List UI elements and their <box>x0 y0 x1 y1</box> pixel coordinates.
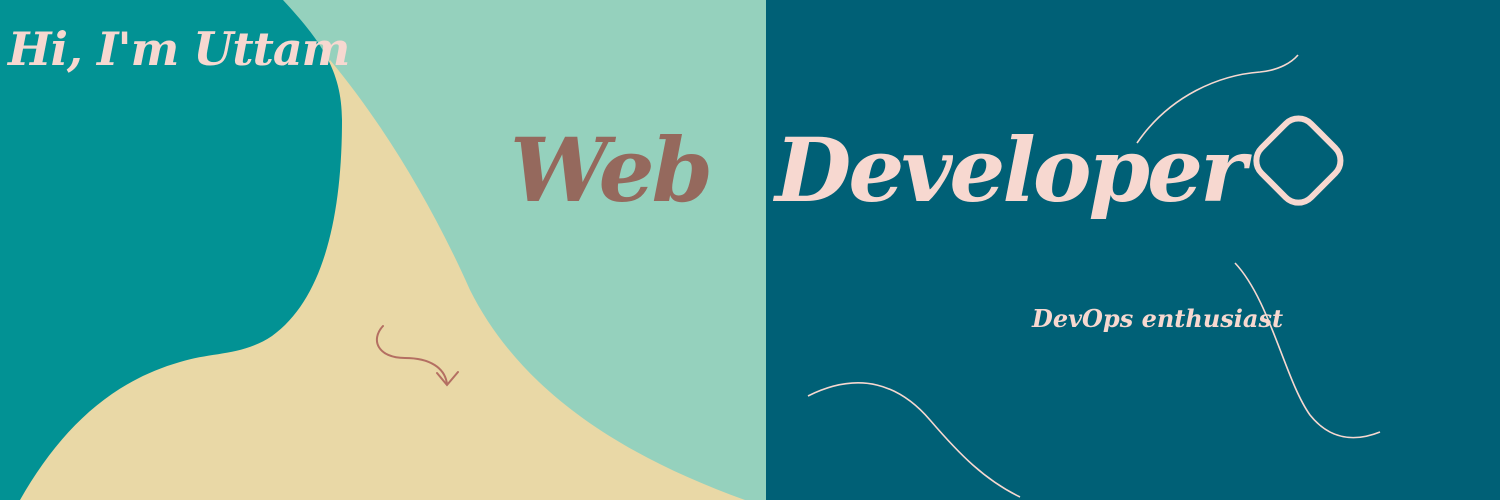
tagline: DevOps enthusiast <box>1032 304 1284 333</box>
title-word-web: Web <box>510 118 713 222</box>
dark-panel <box>766 0 1500 500</box>
title-word-developer: Developer <box>775 118 1246 222</box>
greeting: Hi, I'm Uttam <box>8 22 350 76</box>
